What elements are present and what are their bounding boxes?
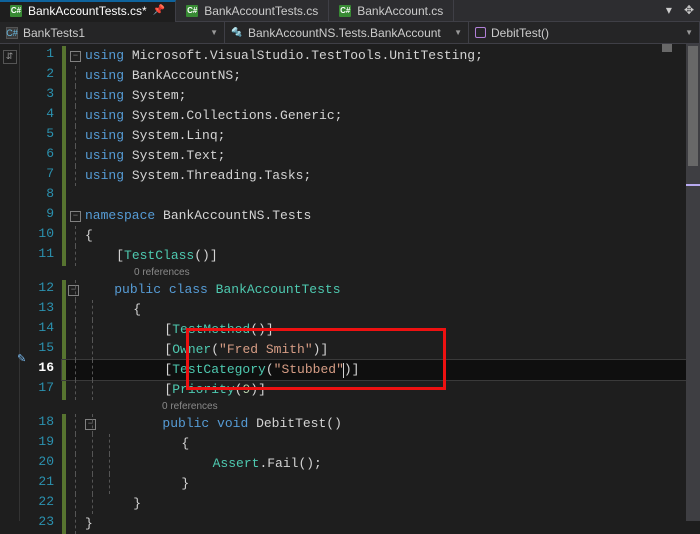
scrollbar-thumb[interactable] — [688, 46, 698, 166]
dropdown-files-icon[interactable]: ▾ — [660, 3, 678, 18]
fold-toggle[interactable]: − — [70, 51, 81, 62]
nav-class-label: BankAccountNS.Tests.BankAccount — [248, 26, 441, 40]
outline-toggle-icon[interactable]: ⇵ — [3, 50, 17, 64]
tab-bar: C# BankAccountTests.cs* 📌 C# BankAccount… — [0, 0, 700, 22]
project-icon: C# — [6, 27, 18, 39]
chevron-down-icon: ▼ — [210, 28, 218, 37]
tab-bankaccount[interactable]: C# BankAccount.cs — [329, 0, 454, 22]
tab-bankaccounttests-dirty[interactable]: C# BankAccountTests.cs* 📌 — [0, 0, 176, 22]
nav-project-dropdown[interactable]: C# BankTests1 ▼ — [0, 22, 225, 43]
csharp-file-icon: C# — [186, 5, 198, 17]
nav-class-dropdown[interactable]: 🔩 BankAccountNS.Tests.BankAccount ▼ — [225, 22, 469, 43]
code-editor: ⇵ 1 2 3 4 5 6 7 8 9 10 11 12 13 14 15 16… — [0, 44, 700, 521]
track-changes-icon: ✎ — [17, 350, 26, 370]
tab-label: BankAccount.cs — [357, 4, 443, 18]
csharp-file-icon: C# — [10, 5, 22, 17]
pin-icon[interactable]: 📌 — [153, 5, 165, 16]
tab-label: BankAccountTests.cs — [204, 4, 318, 18]
current-line: [TestCategory("Stubbed")] — [62, 360, 686, 380]
tab-bankaccounttests[interactable]: C# BankAccountTests.cs — [176, 0, 329, 22]
scrollbar-caret-marker — [686, 184, 700, 186]
code-area[interactable]: ✎ −using Microsoft.VisualStudio.TestTool… — [62, 44, 686, 521]
tab-label: BankAccountTests.cs* — [28, 4, 147, 18]
nav-member-label: DebitTest() — [491, 26, 549, 40]
outline-gutter: ⇵ — [0, 44, 20, 521]
line-number-column: 1 2 3 4 5 6 7 8 9 10 11 12 13 14 15 16 1… — [20, 44, 62, 521]
codelens-references[interactable]: 0 references — [62, 400, 686, 414]
split-handle[interactable] — [662, 44, 672, 52]
codelens-references[interactable]: 0 references — [62, 266, 686, 280]
method-icon — [475, 27, 486, 38]
nav-project-label: BankTests1 — [23, 26, 85, 40]
class-icon: 🔩 — [231, 27, 243, 39]
csharp-file-icon: C# — [339, 5, 351, 17]
chevron-down-icon: ▼ — [685, 28, 693, 37]
fold-toggle[interactable]: − — [70, 211, 81, 222]
chevron-down-icon: ▼ — [454, 28, 462, 37]
nav-member-dropdown[interactable]: DebitTest() ▼ — [469, 22, 700, 43]
vertical-scrollbar[interactable] — [686, 44, 700, 521]
solution-explorer-sync-icon[interactable]: ✥ — [678, 3, 700, 18]
navigation-bar: C# BankTests1 ▼ 🔩 BankAccountNS.Tests.Ba… — [0, 22, 700, 44]
